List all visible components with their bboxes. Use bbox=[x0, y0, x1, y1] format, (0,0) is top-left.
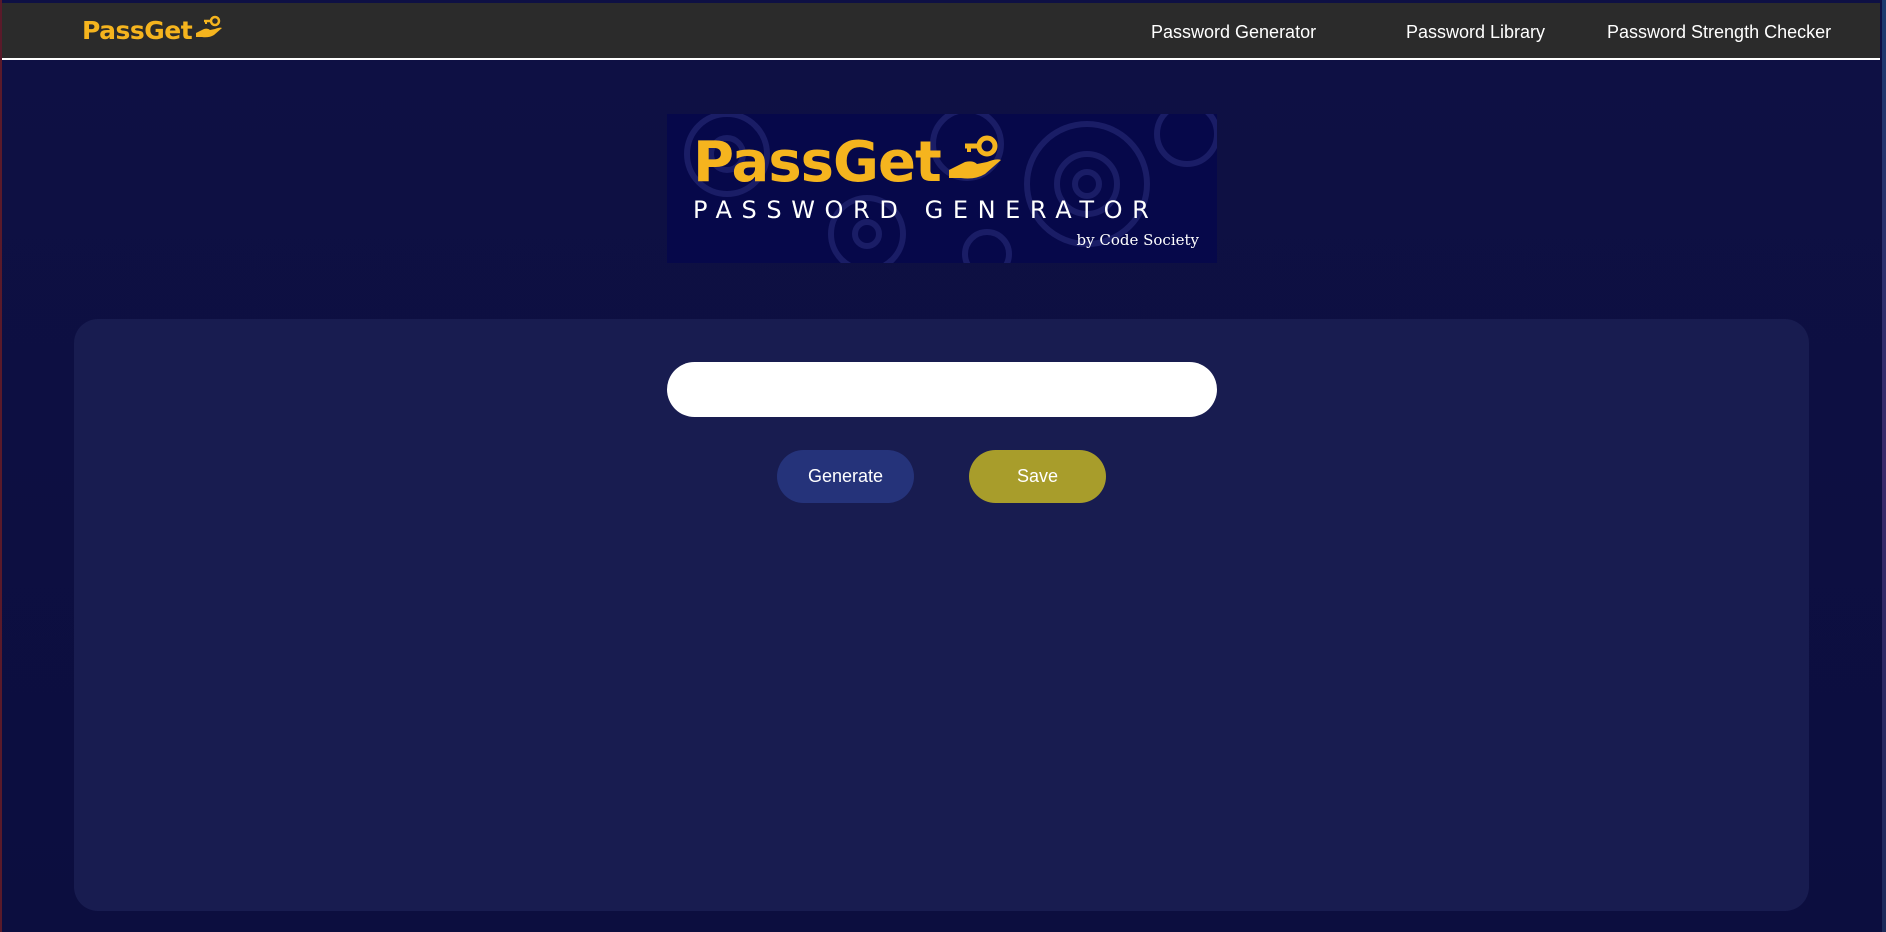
banner-subtitle: PASSWORD GENERATOR bbox=[693, 196, 1159, 224]
navbar: PassGet Password Generator Password Libr… bbox=[2, 3, 1880, 60]
page: PassGet Password Generator Password Libr… bbox=[0, 0, 1886, 932]
banner-byline: by Code Society bbox=[1076, 231, 1199, 249]
generate-button[interactable]: Generate bbox=[777, 450, 914, 503]
nav-link-password-library[interactable]: Password Library bbox=[1406, 22, 1545, 43]
banner-logo: PassGet bbox=[693, 132, 1005, 193]
banner-title: PassGet bbox=[693, 129, 942, 195]
key-in-hand-icon bbox=[945, 132, 1005, 193]
window-edge bbox=[1882, 0, 1886, 932]
window-edge bbox=[0, 0, 2, 932]
key-in-hand-icon bbox=[194, 15, 224, 46]
hero-banner: PassGet PASSWORD GENERATOR by Code Socie… bbox=[667, 114, 1217, 263]
nav-link-password-generator[interactable]: Password Generator bbox=[1151, 22, 1316, 43]
brand-name: PassGet bbox=[82, 16, 193, 45]
save-button[interactable]: Save bbox=[969, 450, 1106, 503]
password-output-field[interactable] bbox=[667, 362, 1217, 417]
brand-logo-link[interactable]: PassGet bbox=[82, 15, 224, 46]
nav-link-password-strength-checker[interactable]: Password Strength Checker bbox=[1607, 22, 1831, 43]
